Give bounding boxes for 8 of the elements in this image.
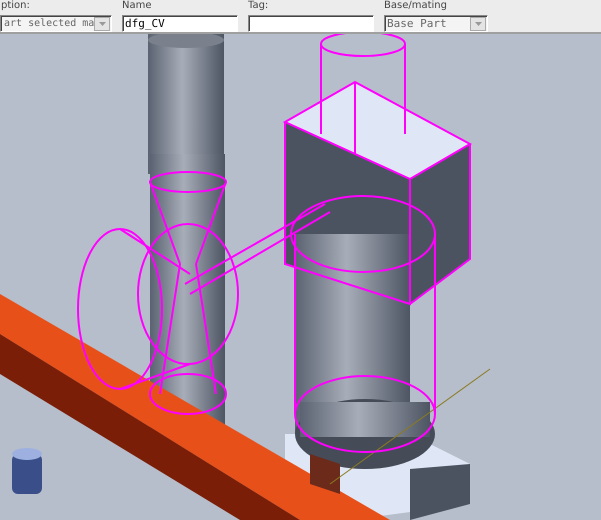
field-label: Name xyxy=(122,0,153,11)
caret-icon xyxy=(474,22,482,26)
input-field[interactable] xyxy=(248,15,374,32)
caret-icon xyxy=(98,22,106,26)
field-label: Tag: xyxy=(248,0,270,11)
field-label: ption: xyxy=(1,0,31,11)
input-field[interactable]: dfg_CV xyxy=(122,15,238,32)
field-label: Base/mating xyxy=(384,0,448,11)
